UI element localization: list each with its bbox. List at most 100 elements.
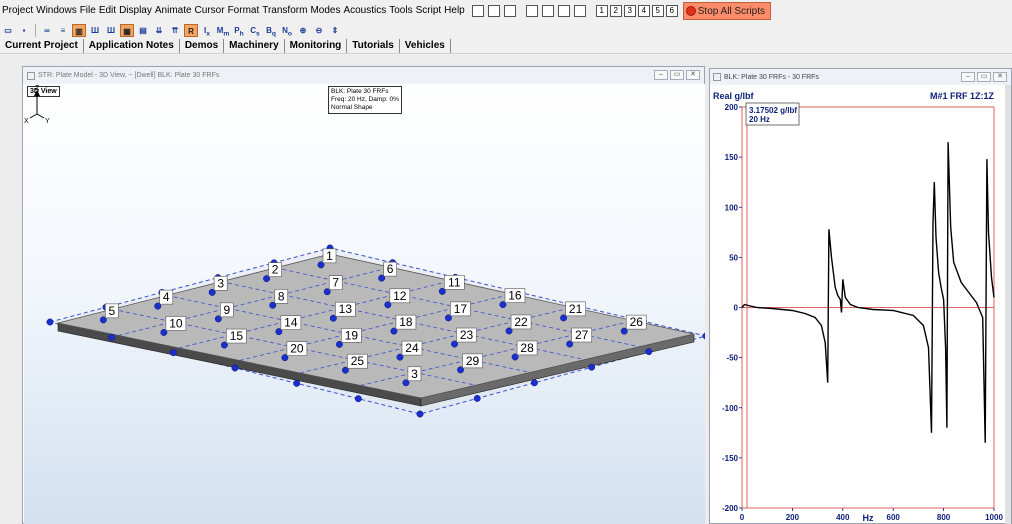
script-button-1[interactable]: 1 — [595, 5, 608, 17]
menu-help[interactable]: Help — [442, 0, 466, 22]
script-button-2[interactable]: 2 — [609, 5, 622, 17]
axis-label-x: X — [24, 118, 29, 124]
next-window-icon[interactable] — [503, 5, 516, 17]
bode-button[interactable]: Bq — [264, 24, 278, 38]
3d-view-canvas[interactable]: 1 2 3 4 5 6 7 8 9 10 11 12 13 14 15 16 17 18 19 20 21 22 23 24 2… — [24, 84, 705, 524]
menu-script[interactable]: Script — [414, 0, 443, 22]
real-part-button[interactable]: R — [184, 23, 198, 37]
dual-view-icon[interactable]: Ш — [88, 24, 102, 37]
window-frf-titlebar[interactable]: BLK: Plate 30 FRFs - 30 FRFs – ▭ ✕ — [710, 69, 1011, 85]
tab-machinery[interactable]: Machinery — [224, 38, 285, 53]
magnitude-button[interactable]: Mm — [216, 24, 230, 38]
node-label: 22 — [514, 315, 528, 329]
open-folder-icon[interactable]: ▭ — [1, 24, 15, 37]
arrow-down-icon[interactable]: ⇊ — [152, 24, 166, 37]
menu-file[interactable]: File — [78, 0, 97, 22]
menu-edit[interactable]: Edit — [97, 0, 117, 22]
tab-tutorials[interactable]: Tutorials — [347, 38, 400, 53]
close-button[interactable]: ✕ — [993, 72, 1007, 82]
close-button[interactable]: ✕ — [686, 70, 700, 80]
minimize-button[interactable]: – — [961, 72, 975, 82]
window-icon[interactable] — [487, 5, 500, 17]
cascade-icon[interactable] — [557, 5, 570, 17]
stop-all-scripts-button[interactable]: Stop All Scripts — [682, 2, 772, 20]
y-axis-label: Real g/lbf — [713, 91, 755, 101]
stop-icon — [685, 6, 696, 16]
window-frf-title: BLK: Plate 30 FRFs - 30 FRFs — [724, 73, 819, 81]
phase-button[interactable]: Ph — [232, 24, 246, 38]
node-label: 2 — [272, 263, 279, 277]
tab-current-project[interactable]: Current Project — [0, 38, 84, 53]
tab-demos[interactable]: Demos — [180, 38, 225, 53]
link-icon[interactable]: ∞ — [40, 24, 54, 37]
info-line-shape: Normal Shape — [331, 104, 373, 111]
window-3d-view[interactable]: STR: Plate Model - 3D View, ~ [Dwell] BL… — [22, 66, 705, 524]
node-label: 3 — [217, 276, 224, 290]
zoom-out-icon[interactable]: ⊖ — [312, 24, 326, 37]
x-axis-label: Hz — [863, 513, 874, 523]
frf-plot-area — [741, 106, 995, 509]
menu-transform[interactable]: Transform — [260, 0, 308, 22]
frame-point — [169, 349, 177, 357]
y-tick-label: 100 — [725, 203, 739, 212]
menu-animate[interactable]: Animate — [153, 0, 193, 22]
restore-button[interactable]: ▭ — [977, 72, 991, 82]
menu-format[interactable]: Format — [226, 0, 261, 22]
tab-vehicles[interactable]: Vehicles — [400, 38, 451, 53]
y-tick-label: -150 — [722, 454, 739, 463]
single-view-icon[interactable]: ▥ — [72, 23, 86, 37]
axis-triad: Z X Y — [24, 85, 50, 124]
y-tick-label: 150 — [725, 153, 739, 162]
menu-windows[interactable]: Windows — [34, 0, 78, 22]
imag-part-sub: x — [206, 30, 210, 38]
arrow-up-icon[interactable]: ⇈ — [168, 24, 182, 37]
grid-icon[interactable] — [525, 5, 538, 17]
vertical-scale-icon[interactable]: ⇕ — [328, 24, 342, 37]
node-label: 6 — [387, 262, 394, 276]
script-button-6[interactable]: 6 — [665, 5, 678, 17]
cross-icon[interactable] — [573, 5, 586, 17]
tile-icon[interactable] — [541, 5, 554, 17]
save-disk-icon[interactable]: ▪ — [17, 24, 31, 37]
node-label: 3 — [411, 367, 418, 381]
axis-label-y: Y — [45, 118, 50, 124]
zoom-in-icon[interactable]: ⊕ — [296, 24, 310, 37]
list-icon[interactable]: ≡ — [56, 24, 70, 37]
script-button-3[interactable]: 3 — [623, 5, 636, 17]
y-tick-label: 0 — [734, 304, 739, 313]
triple-view-icon[interactable]: Ш — [104, 24, 118, 37]
coquad-button[interactable]: Cs — [248, 24, 262, 38]
frf-chart[interactable]: Real g/lbf M#1 FRF 1Z:1Z Hz 200 150 100 50 0… — [710, 85, 1012, 524]
quad-view-icon[interactable]: ▦ — [120, 23, 134, 37]
tab-monitoring[interactable]: Monitoring — [285, 38, 348, 53]
menu-modes[interactable]: Modes — [308, 0, 341, 22]
menu-cursor[interactable]: Cursor — [193, 0, 226, 22]
window-3d-title: STR: Plate Model - 3D View, ~ [Dwell] BL… — [38, 72, 220, 79]
minimize-button[interactable]: – — [654, 70, 668, 80]
table-icon[interactable]: ▤ — [136, 24, 150, 37]
imag-part-button[interactable]: Ix — [200, 24, 214, 38]
toolbar: ▭ ▪ ∞ ≡ ▥ Ш Ш ▦ ▤ ⇊ ⇈ R Ix Mm Ph Cs Bq N… — [0, 22, 1012, 38]
save-icon[interactable] — [471, 5, 484, 17]
window-3d-titlebar[interactable]: STR: Plate Model - 3D View, ~ [Dwell] BL… — [23, 67, 704, 84]
menu-tools[interactable]: Tools — [387, 0, 413, 22]
menu-bar: Project Windows File Edit Display Animat… — [0, 0, 1012, 22]
nyquist-button[interactable]: No — [280, 24, 294, 38]
real-part-label: R — [188, 26, 194, 36]
restore-button[interactable]: ▭ — [670, 70, 684, 80]
menu-display[interactable]: Display — [117, 0, 153, 22]
frame-point — [473, 394, 481, 402]
menu-acoustics[interactable]: Acoustics — [341, 0, 387, 22]
tab-application-notes[interactable]: Application Notes — [84, 38, 180, 53]
window-app-icon — [713, 73, 721, 81]
frf-scrollbar[interactable] — [1005, 85, 1011, 524]
node-label: 24 — [405, 341, 419, 355]
script-button-4[interactable]: 4 — [637, 5, 650, 17]
script-button-5[interactable]: 5 — [651, 5, 664, 17]
menu-project[interactable]: Project — [0, 0, 34, 22]
frame-point — [108, 333, 116, 341]
node-label: 28 — [520, 341, 534, 355]
window-frf-plot[interactable]: BLK: Plate 30 FRFs - 30 FRFs – ▭ ✕ Real … — [709, 68, 1012, 524]
frame-point — [354, 395, 362, 403]
plate-model-drawing[interactable]: 1234567891011121314151617181920212223242… — [24, 84, 705, 524]
